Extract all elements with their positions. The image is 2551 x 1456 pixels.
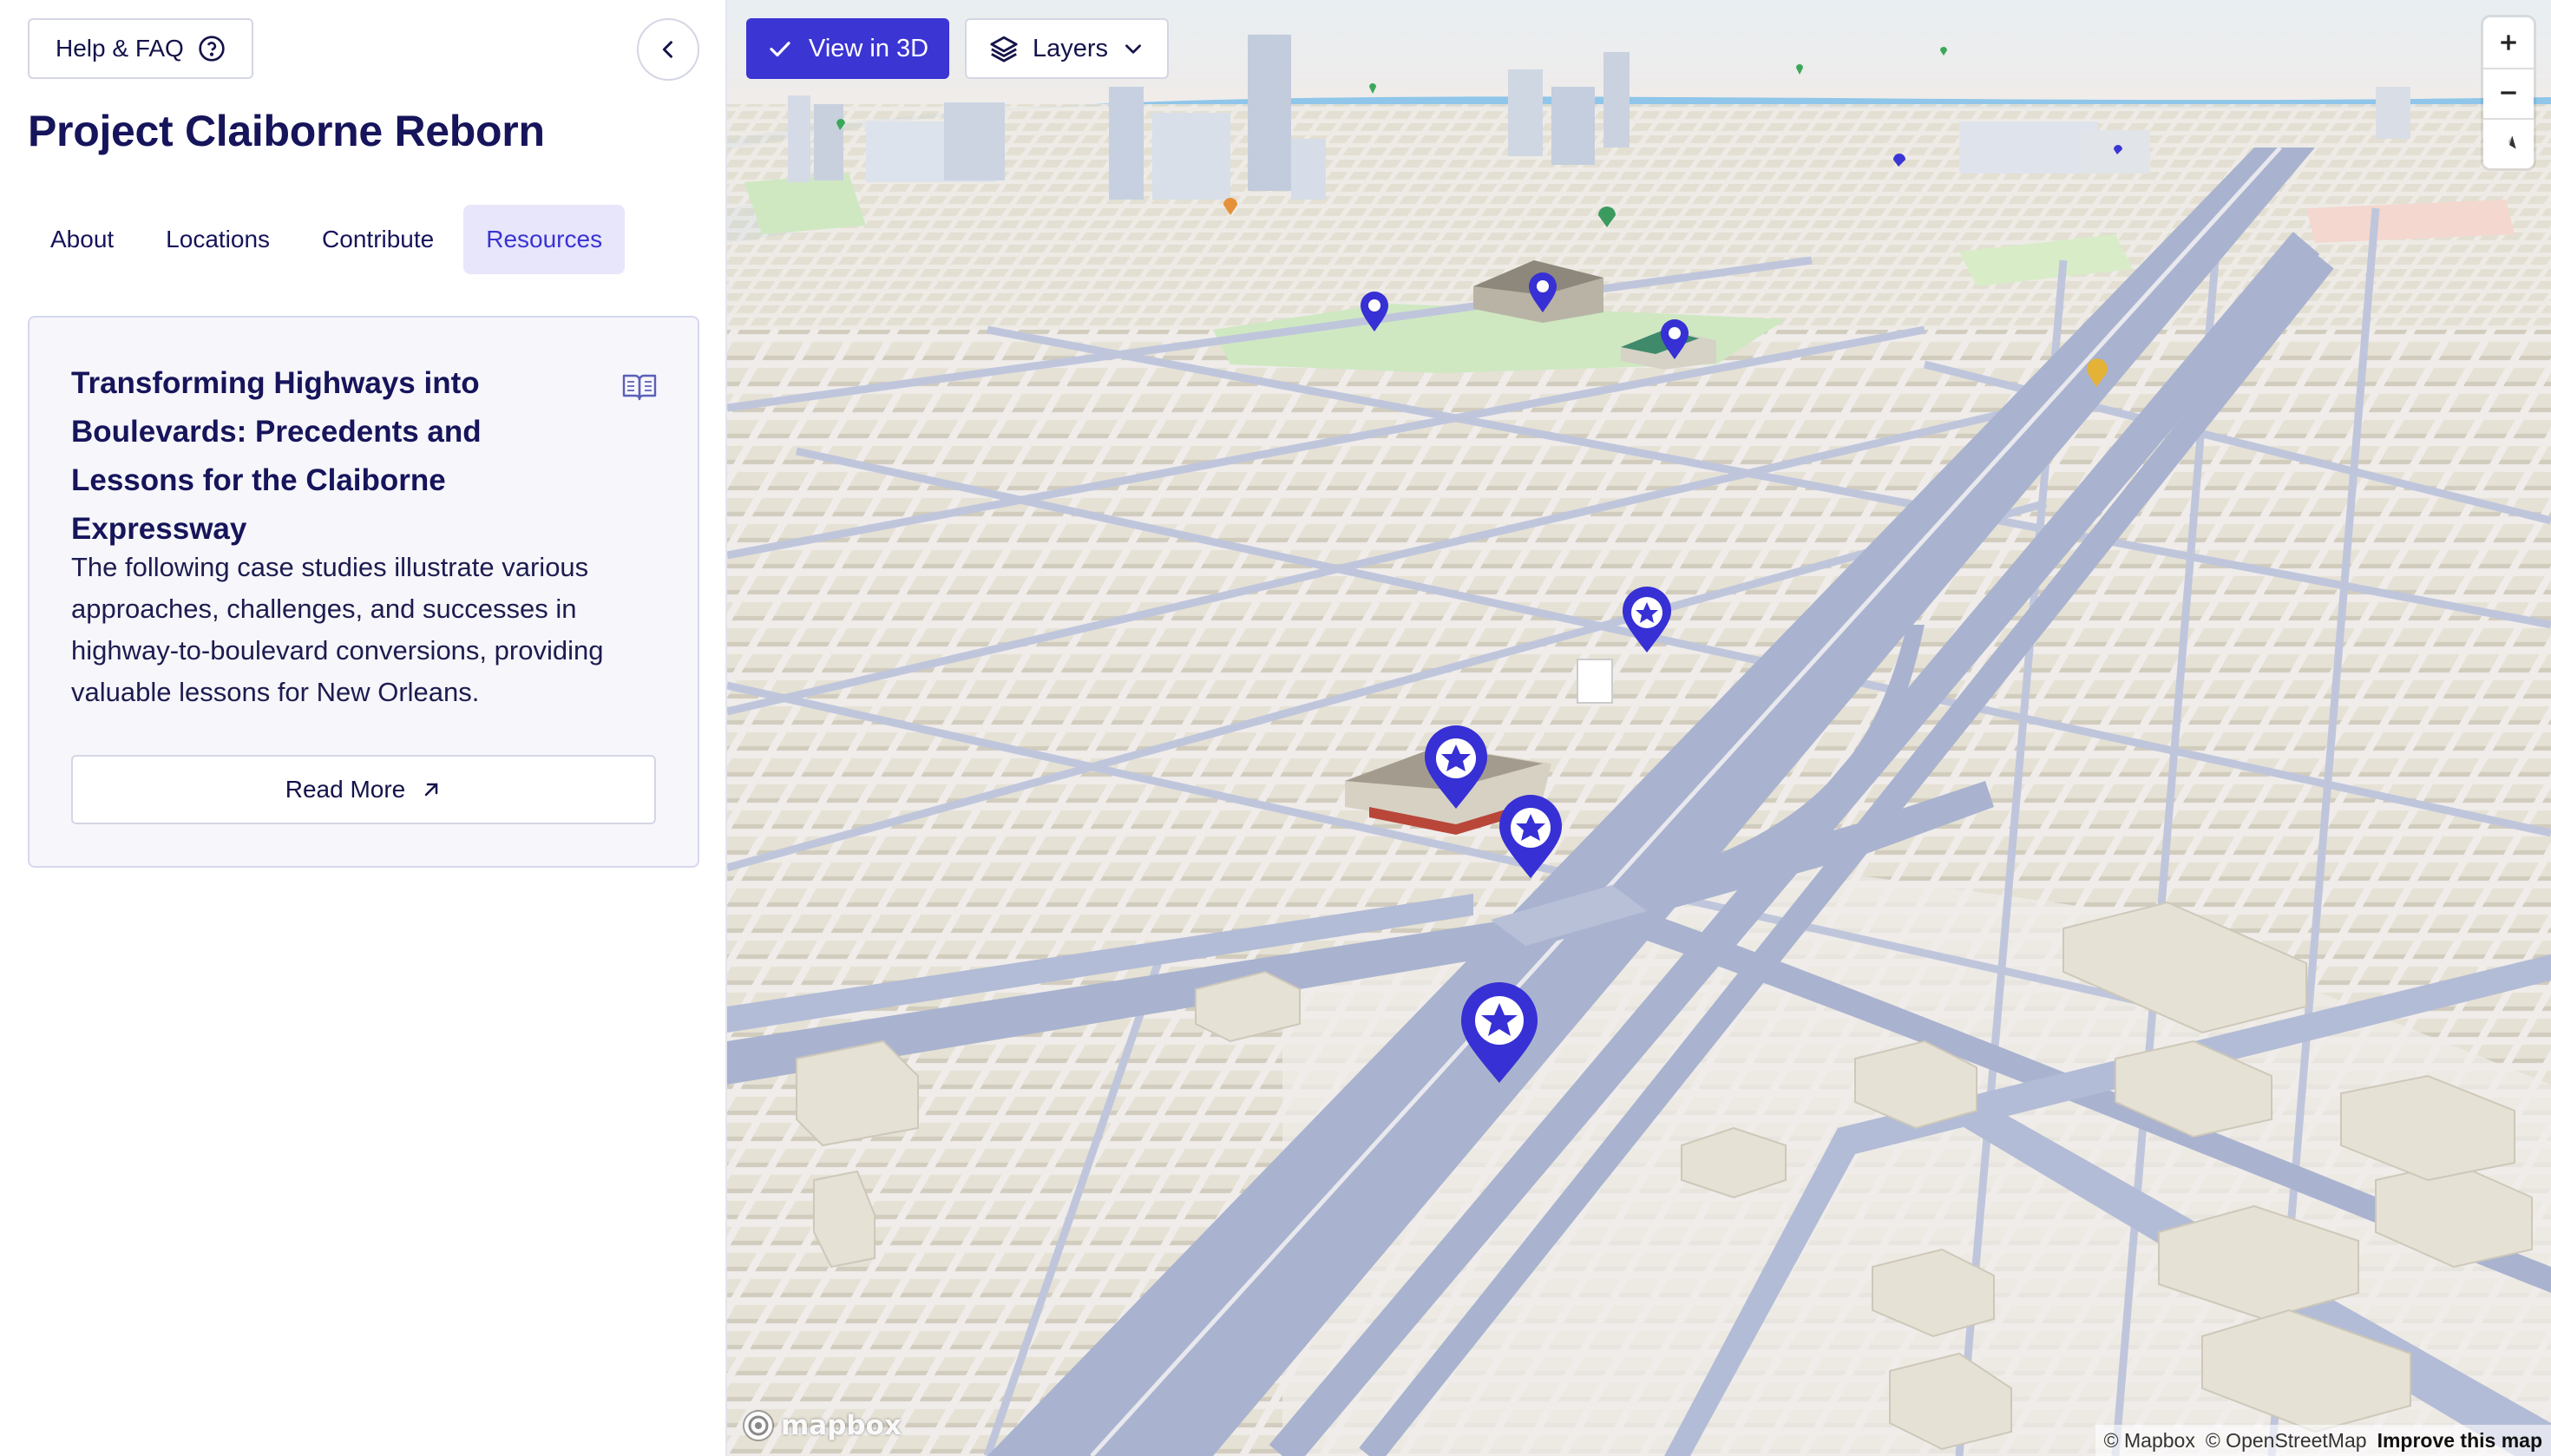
view-in-3d-toggle[interactable]: View in 3D <box>746 18 950 79</box>
mapbox-logo-text: mapbox <box>781 1410 902 1441</box>
tab-contribute[interactable]: Contribute <box>299 205 456 274</box>
chevron-down-icon <box>1125 44 1141 54</box>
read-more-label: Read More <box>285 776 406 803</box>
sidebar: Help & FAQ Project Claiborne Reborn Abou… <box>0 0 727 1456</box>
mapbox-logo[interactable]: mapbox <box>741 1407 902 1444</box>
map-attribution: © Mapbox © OpenStreetMap Improve this ma… <box>2095 1425 2551 1456</box>
tab-bar: About Locations Contribute Resources <box>28 205 626 274</box>
help-faq-label: Help & FAQ <box>56 35 184 62</box>
compass-button[interactable] <box>2483 118 2534 168</box>
help-faq-button[interactable]: Help & FAQ <box>28 18 253 79</box>
resource-card: Transforming Highways into Boulevards: P… <box>28 316 699 868</box>
chevron-left-icon <box>662 41 672 58</box>
collapse-sidebar-button[interactable] <box>637 18 699 81</box>
improve-map-link[interactable]: Improve this map <box>2377 1429 2542 1453</box>
checkmark-icon <box>770 42 790 57</box>
question-circle-icon <box>199 36 225 62</box>
read-more-button[interactable]: Read More <box>71 755 656 824</box>
arrow-up-right-icon <box>425 783 438 797</box>
layers-label: Layers <box>1033 34 1109 62</box>
park-riverfront <box>744 174 866 234</box>
zoom-out-button[interactable] <box>2483 68 2534 118</box>
zoom-in-icon <box>2501 35 2516 50</box>
mapbox-logo-icon <box>743 1410 774 1441</box>
tab-locations[interactable]: Locations <box>143 205 292 274</box>
map-canvas[interactable]: View in 3D Layers mapbox © Mapbox © Open… <box>727 0 2551 1456</box>
attribution-osm-link[interactable]: © OpenStreetMap <box>2206 1429 2367 1453</box>
attribution-mapbox-link[interactable]: © Mapbox <box>2104 1429 2195 1453</box>
resource-card-title: Transforming Highways into Boulevards: P… <box>71 366 482 546</box>
map-navigation-control <box>2483 17 2534 168</box>
zoom-out-icon <box>2501 91 2516 95</box>
layers-dropdown[interactable]: Layers <box>965 18 1170 79</box>
compass-icon <box>2508 135 2516 149</box>
map-rendering[interactable] <box>727 0 2551 1456</box>
resource-card-description: The following case studies illustrate va… <box>71 552 604 707</box>
book-open-icon <box>622 374 657 401</box>
white-building <box>1577 659 1613 704</box>
app-title: Project Claiborne Reborn <box>28 107 545 155</box>
view-in-3d-label: View in 3D <box>809 34 929 62</box>
tab-resources[interactable]: Resources <box>463 205 626 274</box>
zoom-in-button[interactable] <box>2483 17 2534 68</box>
layers-icon <box>990 36 1018 62</box>
tab-about[interactable]: About <box>28 205 136 274</box>
